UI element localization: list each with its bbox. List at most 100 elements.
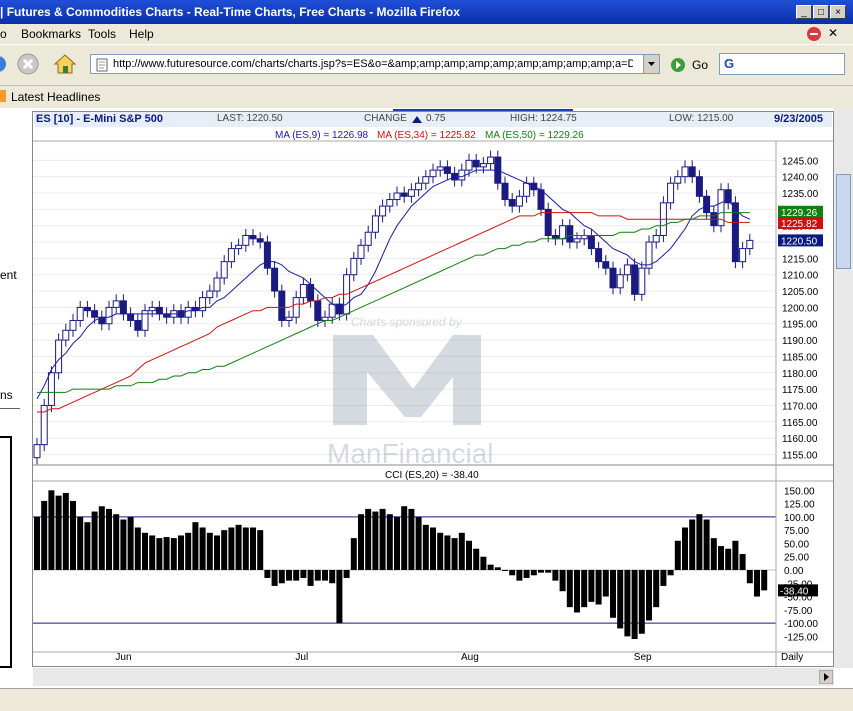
high-price: HIGH: 1224.75 bbox=[510, 113, 577, 124]
stop-icon[interactable] bbox=[16, 52, 40, 76]
forward-arrow-icon[interactable] bbox=[0, 53, 8, 75]
url-dropdown-button[interactable] bbox=[643, 55, 659, 73]
candle-down bbox=[602, 261, 610, 269]
divider bbox=[0, 408, 20, 409]
candle-up bbox=[667, 182, 675, 204]
candle-up bbox=[69, 319, 77, 331]
candle-up bbox=[148, 306, 156, 312]
cci-bar bbox=[487, 564, 494, 570]
status-bar bbox=[0, 688, 853, 711]
chart-symbol: ES [10] - E-Mini S&P 500 bbox=[36, 113, 163, 125]
cci-bar bbox=[689, 519, 696, 570]
candle-up bbox=[573, 238, 581, 243]
cci-bar bbox=[509, 569, 516, 576]
candle-down bbox=[249, 235, 257, 240]
ma50-legend: MA (ES,50) = 1229.26 bbox=[485, 130, 584, 141]
candle-down bbox=[314, 300, 322, 321]
menu-tools[interactable]: Tools bbox=[88, 27, 116, 41]
cci-bar bbox=[250, 527, 256, 570]
menu-bar: o Bookmarks Tools Help ✕ bbox=[0, 24, 853, 44]
period-label: Daily bbox=[781, 652, 803, 663]
cci-bar bbox=[682, 527, 688, 570]
price-tick-label: 1175.00 bbox=[782, 385, 818, 396]
candle-up bbox=[436, 166, 444, 171]
candle-up bbox=[350, 257, 358, 276]
cci-bar bbox=[631, 569, 638, 640]
vertical-scrollbar[interactable] bbox=[834, 108, 853, 668]
cci-tick-label: 75.00 bbox=[784, 526, 809, 537]
bookmark-latest-headlines[interactable]: Latest Headlines bbox=[11, 90, 100, 104]
candle-up bbox=[523, 182, 531, 197]
cci-bar bbox=[552, 569, 559, 581]
cci-bar bbox=[739, 554, 746, 570]
stop-loading-icon[interactable] bbox=[806, 26, 822, 42]
candle-up bbox=[235, 244, 243, 250]
last-price: LAST: 1220.50 bbox=[217, 113, 283, 124]
cci-bar bbox=[444, 535, 451, 570]
home-icon[interactable] bbox=[52, 51, 78, 77]
search-input[interactable]: G bbox=[719, 53, 845, 75]
watermark-m-icon bbox=[333, 335, 481, 425]
cci-bar bbox=[206, 532, 213, 570]
horizontal-scrollbar[interactable] bbox=[33, 668, 834, 686]
cci-bar bbox=[718, 546, 724, 570]
cci-bar bbox=[77, 516, 84, 570]
go-icon[interactable] bbox=[670, 57, 686, 73]
left-page-fragment: ent ns bbox=[0, 108, 21, 710]
candle-up bbox=[674, 176, 682, 184]
candle-down bbox=[472, 159, 480, 168]
candle-down bbox=[271, 267, 279, 292]
cci-bar bbox=[530, 569, 537, 576]
cci-bar bbox=[134, 527, 141, 570]
watermark-brand: ManFinancial bbox=[327, 438, 494, 469]
candle-up bbox=[746, 239, 754, 250]
price-tick-label: 1245.00 bbox=[782, 156, 819, 167]
close-button[interactable]: × bbox=[830, 5, 846, 19]
price-tick-label: 1160.00 bbox=[782, 434, 818, 445]
go-button[interactable]: Go bbox=[692, 58, 708, 72]
menu-go[interactable]: o bbox=[0, 27, 7, 41]
minimize-button[interactable]: _ bbox=[796, 5, 812, 19]
cci-bar bbox=[466, 540, 472, 570]
cci-bar bbox=[451, 538, 458, 570]
ma9-legend: MA (ES,9) = 1226.98 bbox=[275, 130, 369, 141]
scroll-right-icon[interactable] bbox=[819, 670, 833, 684]
scrollbar-thumb[interactable] bbox=[836, 174, 851, 269]
cci-bar bbox=[257, 530, 264, 570]
candle-up bbox=[364, 231, 372, 246]
cci-bar bbox=[732, 540, 739, 570]
candle-up bbox=[559, 225, 567, 240]
price-tick-label: 1215.00 bbox=[782, 254, 819, 265]
cci-bar bbox=[559, 569, 566, 592]
cci-bar bbox=[372, 511, 379, 570]
chevron-down-icon bbox=[648, 62, 655, 66]
page-icon bbox=[96, 58, 108, 72]
cci-bar bbox=[696, 514, 703, 570]
cci-bar bbox=[322, 569, 328, 581]
url-bar[interactable]: http://www.futuresource.com/charts/chart… bbox=[90, 54, 660, 74]
cci-bar bbox=[602, 569, 609, 597]
cci-bar bbox=[588, 569, 595, 602]
cci-label: CCI (ES,20) = -38.40 bbox=[385, 470, 479, 481]
chart-tab-indicator bbox=[393, 109, 573, 111]
menu-close-icon[interactable]: ✕ bbox=[828, 26, 838, 40]
window-title: | Futures & Commodities Charts - Real-Ti… bbox=[0, 5, 460, 19]
cci-bar bbox=[34, 516, 40, 570]
menu-help[interactable]: Help bbox=[129, 27, 154, 41]
price-chart: MA (ES,9) = 1226.98 MA (ES,34) = 1225.82… bbox=[33, 130, 833, 668]
cci-bar bbox=[199, 527, 206, 570]
cci-bar bbox=[523, 569, 530, 578]
maximize-button[interactable]: □ bbox=[813, 5, 829, 19]
candle-up bbox=[407, 189, 415, 197]
candle-down bbox=[631, 264, 639, 295]
ma34-legend: MA (ES,34) = 1225.82 bbox=[377, 130, 476, 141]
cci-bar bbox=[307, 569, 314, 586]
cci-bar bbox=[192, 522, 199, 570]
price-tag-last: 1220.50 bbox=[781, 236, 818, 247]
cci-tick-label: 50.00 bbox=[784, 539, 809, 550]
cci-bar bbox=[494, 567, 501, 570]
cci-bar bbox=[286, 569, 292, 581]
cci-bar bbox=[545, 569, 552, 573]
cci-bar bbox=[480, 556, 487, 570]
menu-bookmarks[interactable]: Bookmarks bbox=[21, 27, 81, 41]
